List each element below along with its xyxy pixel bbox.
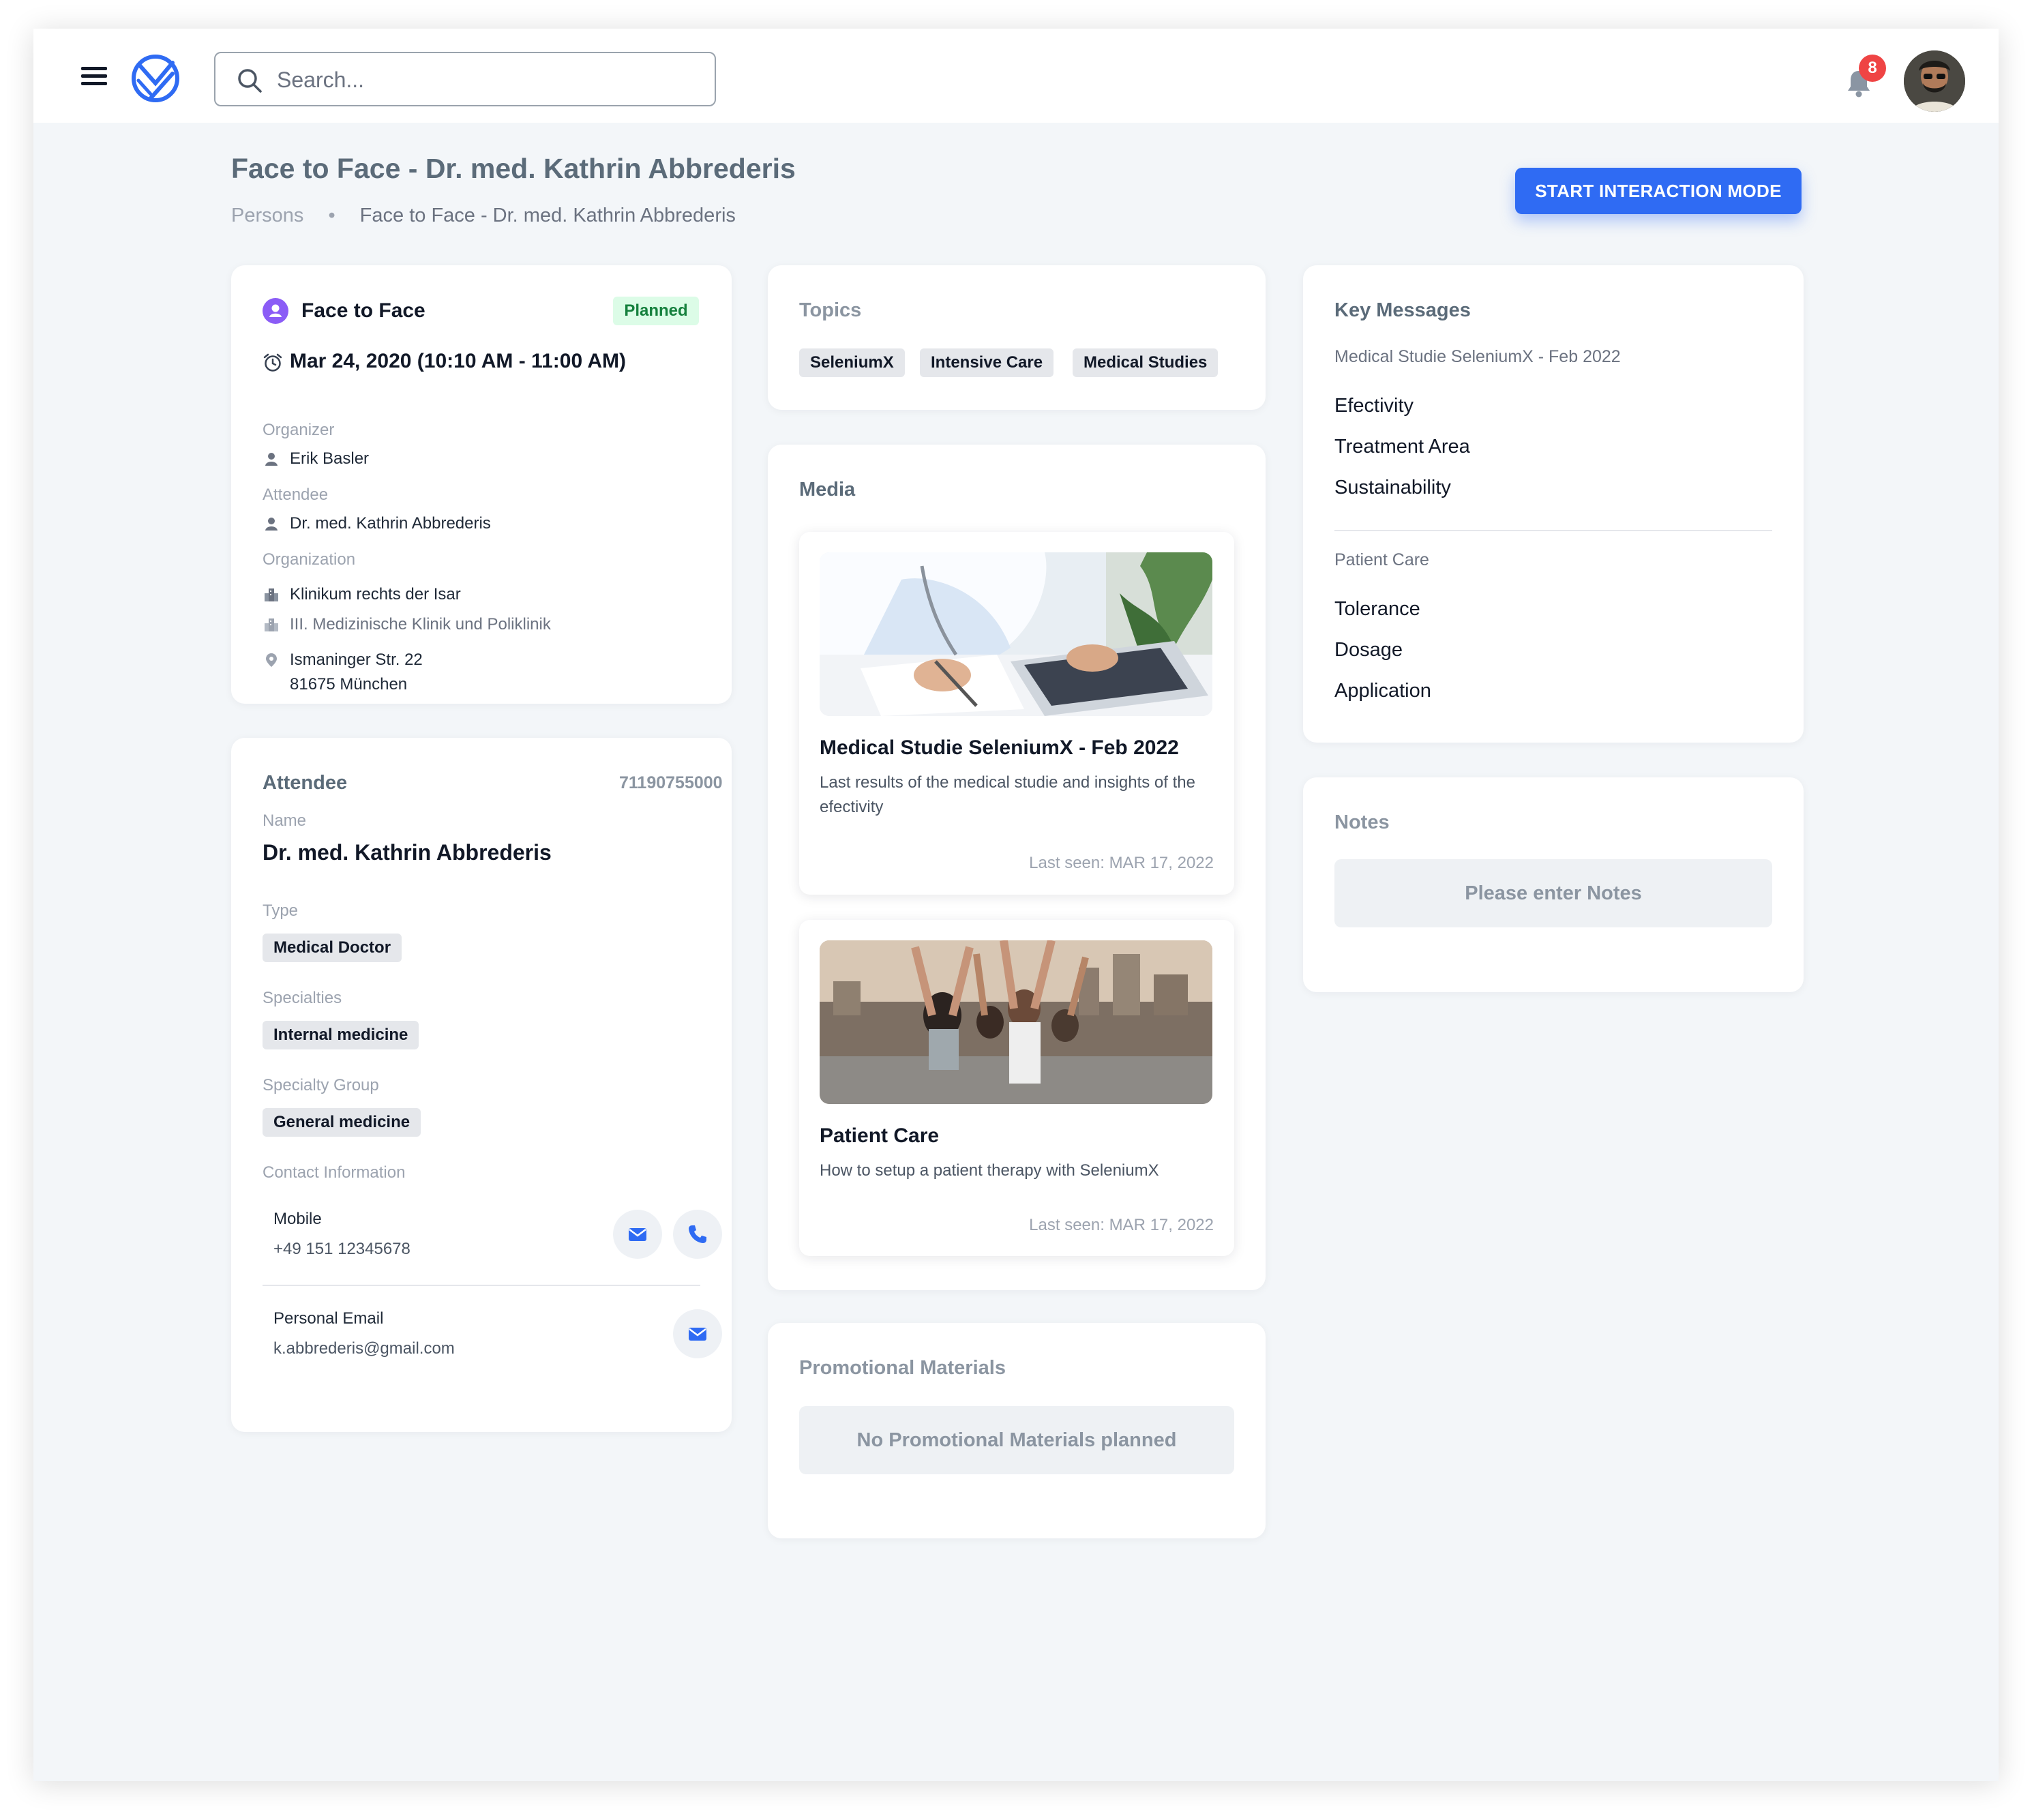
attendee-section-title: Attendee [263, 772, 348, 794]
media-item-last-seen: Last seen: MAR 17, 2022 [1029, 854, 1214, 872]
topic-chip: Intensive Care [920, 348, 1054, 377]
notes-input[interactable]: Please enter Notes [1334, 859, 1772, 927]
promotional-empty-state: No Promotional Materials planned [799, 1406, 1234, 1474]
organization-label: Organization [263, 550, 356, 569]
breadcrumb-persons[interactable]: Persons [231, 205, 303, 226]
attendee-name: Dr. med. Kathrin Abbrederis [290, 514, 491, 533]
attendee-full-name: Dr. med. Kathrin Abbrederis [263, 840, 552, 865]
contact-divider [263, 1285, 700, 1286]
mobile-email-button[interactable] [613, 1210, 662, 1259]
key-message-item: Application [1334, 680, 1431, 702]
promotional-materials-card: Promotional Materials No Promotional Mat… [768, 1323, 1266, 1538]
media-item-description: Last results of the medical studie and i… [820, 773, 1195, 816]
person-circle-icon [263, 298, 288, 324]
media-thumbnail-patient-care [820, 940, 1212, 1104]
page-title: Face to Face - Dr. med. Kathrin Abbreder… [231, 153, 796, 184]
key-message-item: Tolerance [1334, 598, 1420, 620]
person-icon [265, 453, 278, 466]
location-pin-icon [266, 653, 277, 667]
start-interaction-button[interactable]: START INTERACTION MODE [1515, 168, 1802, 214]
key-messages-divider [1334, 530, 1772, 531]
status-badge: Planned [613, 297, 699, 325]
media-card: Media Medical Studie SeleniumX - Feb 202… [768, 445, 1266, 1290]
media-item[interactable]: Medical Studie SeleniumX - Feb 2022 Last… [799, 532, 1234, 895]
topic-chip: SeleniumX [799, 348, 905, 377]
mobile-number: +49 151 12345678 [273, 1240, 410, 1258]
notes-card: Notes Please enter Notes [1303, 777, 1804, 992]
topics-card: Topics SeleniumX Intensive Care Medical … [768, 265, 1266, 410]
key-message-item: Dosage [1334, 639, 1403, 661]
meeting-datetime: Mar 24, 2020 (10:10 AM - 11:00 AM) [290, 350, 626, 372]
key-message-item: Treatment Area [1334, 436, 1470, 458]
organization-name: Klinikum rechts der Isar [290, 585, 461, 603]
call-button[interactable] [673, 1210, 722, 1259]
key-messages-title: Key Messages [1334, 299, 1471, 321]
building-icon [265, 618, 278, 631]
name-label: Name [263, 811, 307, 830]
key-message-item: Sustainability [1334, 477, 1451, 498]
breadcrumb-current: Face to Face - Dr. med. Kathrin Abbreder… [359, 205, 736, 226]
breadcrumb-separator: • [328, 205, 335, 226]
meeting-card: Face to Face Planned Mar 24, 2020 (10:10… [231, 265, 732, 704]
notes-title: Notes [1334, 811, 1390, 833]
organizer-label: Organizer [263, 421, 335, 439]
mail-icon [629, 1228, 646, 1241]
media-item-last-seen: Last seen: MAR 17, 2022 [1029, 1216, 1214, 1234]
promotional-title: Promotional Materials [799, 1357, 1006, 1379]
mail-icon [689, 1328, 706, 1341]
notification-badge: 8 [1859, 55, 1886, 82]
specialty-chip: Internal medicine [263, 1021, 419, 1049]
top-bar: 8 [33, 29, 1999, 123]
key-message-group-title: Patient Care [1334, 550, 1429, 569]
media-item-description: How to setup a patient therapy with Sele… [820, 1161, 1159, 1180]
media-item[interactable]: Patient Care How to setup a patient ther… [799, 920, 1234, 1256]
topic-chip: Medical Studies [1073, 348, 1219, 377]
topics-title: Topics [799, 299, 862, 321]
search-icon [238, 69, 262, 93]
alarm-clock-icon [263, 353, 282, 372]
media-item-title: Patient Care [820, 1124, 940, 1147]
attendee-id: 71190755000 [619, 773, 723, 792]
media-title: Media [799, 479, 856, 501]
specialty-group-chip: General medicine [263, 1108, 421, 1137]
user-avatar[interactable] [1904, 50, 1965, 112]
logo-icon[interactable] [130, 53, 181, 104]
specialty-group-label: Specialty Group [263, 1076, 379, 1094]
organizer-name: Erik Basler [290, 449, 370, 468]
app-window: 8 Face to Face - Dr. med. Kathrin Abbred… [33, 29, 1999, 1781]
address-street: Ismaninger Str. 22 [290, 651, 423, 669]
key-messages-card: Key Messages Medical Studie SeleniumX - … [1303, 265, 1804, 743]
mobile-label: Mobile [273, 1210, 322, 1228]
building-icon [265, 588, 278, 601]
person-icon [265, 518, 278, 531]
phone-icon [689, 1225, 706, 1243]
menu-icon[interactable] [81, 67, 107, 86]
search-box[interactable] [214, 52, 716, 106]
type-chip: Medical Doctor [263, 934, 402, 962]
breadcrumb: Persons • Face to Face - Dr. med. Kathri… [231, 205, 736, 227]
email-address: k.abbrederis@gmail.com [273, 1339, 455, 1358]
key-message-group-title: Medical Studie SeleniumX - Feb 2022 [1334, 347, 1621, 366]
media-item-title: Medical Studie SeleniumX - Feb 2022 [820, 736, 1179, 759]
meeting-type: Face to Face [301, 299, 425, 322]
attendee-label: Attendee [263, 486, 329, 504]
specialties-label: Specialties [263, 989, 342, 1007]
search-input[interactable] [277, 61, 700, 98]
email-label: Personal Email [273, 1309, 384, 1328]
send-email-button[interactable] [673, 1309, 722, 1358]
type-label: Type [263, 901, 299, 920]
department-name: III. Medizinische Klinik und Poliklinik [290, 615, 551, 633]
contact-info-label: Contact Information [263, 1163, 406, 1182]
key-message-item: Efectivity [1334, 395, 1414, 417]
address-city: 81675 München [290, 675, 408, 693]
media-thumbnail-doctor [820, 552, 1212, 716]
attendee-card: Attendee 71190755000 Name Dr. med. Kathr… [231, 738, 732, 1432]
